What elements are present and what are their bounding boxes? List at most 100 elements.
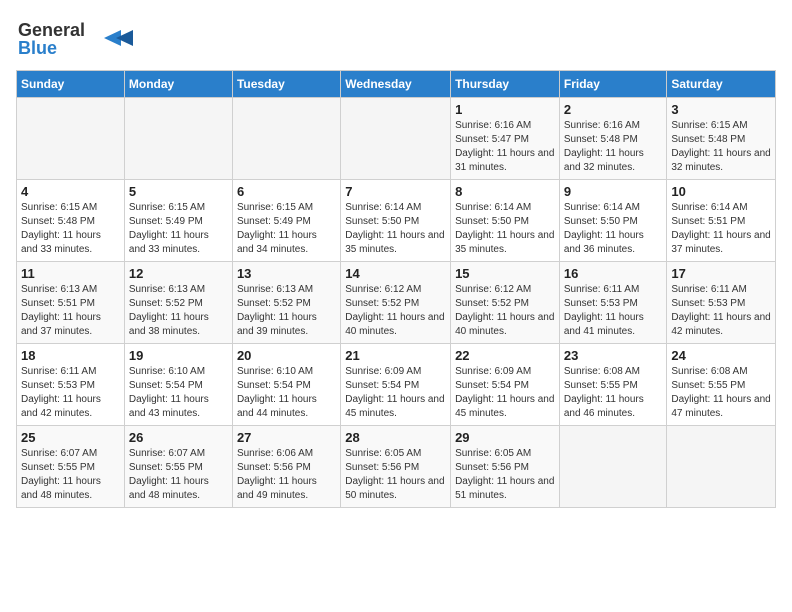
day-info: Sunrise: 6:13 AM Sunset: 5:52 PM Dayligh… [237, 283, 336, 339]
day-number: 8 [455, 184, 555, 199]
day-number: 11 [21, 266, 120, 281]
header-wednesday: Wednesday [341, 71, 451, 98]
day-info: Sunrise: 6:15 AM Sunset: 5:48 PM Dayligh… [671, 119, 771, 175]
week-row-1: 4 Sunrise: 6:15 AM Sunset: 5:48 PM Daylig… [17, 180, 776, 262]
calendar-header-row: SundayMondayTuesdayWednesdayThursdayFrid… [17, 71, 776, 98]
day-info: Sunrise: 6:12 AM Sunset: 5:52 PM Dayligh… [345, 283, 446, 339]
calendar-cell: 14 Sunrise: 6:12 AM Sunset: 5:52 PM Dayli… [341, 262, 451, 344]
calendar-cell: 21Sunrise: 6:09 AM Sunset: 5:54 PM Dayli… [341, 344, 451, 426]
calendar-cell: 23 Sunrise: 6:08 AM Sunset: 5:55 PM Dayli… [559, 344, 667, 426]
calendar-cell: 22 Sunrise: 6:09 AM Sunset: 5:54 PM Dayli… [451, 344, 560, 426]
day-number: 27 [237, 430, 336, 445]
calendar-cell [124, 98, 232, 180]
day-number: 18 [21, 348, 120, 363]
day-number: 24 [671, 348, 771, 363]
calendar-cell: 18 Sunrise: 6:11 AM Sunset: 5:53 PM Dayli… [17, 344, 125, 426]
calendar-cell: 5 Sunrise: 6:15 AM Sunset: 5:49 PM Daylig… [124, 180, 232, 262]
calendar-cell: 4 Sunrise: 6:15 AM Sunset: 5:48 PM Daylig… [17, 180, 125, 262]
day-info: Sunrise: 6:05 AM Sunset: 5:56 PM Dayligh… [345, 447, 446, 503]
day-info: Sunrise: 6:16 AM Sunset: 5:48 PM Dayligh… [564, 119, 663, 175]
day-number: 4 [21, 184, 120, 199]
day-number: 3 [671, 102, 771, 117]
header-friday: Friday [559, 71, 667, 98]
day-number: 20 [237, 348, 336, 363]
day-info: Sunrise: 6:07 AM Sunset: 5:55 PM Dayligh… [129, 447, 228, 503]
day-number: 2 [564, 102, 663, 117]
day-info: Sunrise: 6:10 AM Sunset: 5:54 PM Dayligh… [237, 365, 336, 421]
header-monday: Monday [124, 71, 232, 98]
calendar-cell: 28 Sunrise: 6:05 AM Sunset: 5:56 PM Dayli… [341, 426, 451, 508]
calendar-cell [17, 98, 125, 180]
day-number: 7 [345, 184, 446, 199]
calendar-cell: 20 Sunrise: 6:10 AM Sunset: 5:54 PM Dayli… [232, 344, 340, 426]
header-saturday: Saturday [667, 71, 776, 98]
day-number: 14 [345, 266, 446, 281]
logo: General Blue [16, 16, 136, 60]
day-info: Sunrise: 6:08 AM Sunset: 5:55 PM Dayligh… [671, 365, 771, 421]
week-row-3: 18 Sunrise: 6:11 AM Sunset: 5:53 PM Dayli… [17, 344, 776, 426]
day-number: 29 [455, 430, 555, 445]
day-info: Sunrise: 6:15 AM Sunset: 5:49 PM Dayligh… [237, 201, 336, 257]
calendar-cell: 26 Sunrise: 6:07 AM Sunset: 5:55 PM Dayli… [124, 426, 232, 508]
calendar-cell: 25 Sunrise: 6:07 AM Sunset: 5:55 PM Dayli… [17, 426, 125, 508]
day-number: 15 [455, 266, 555, 281]
week-row-0: 1 Sunrise: 6:16 AM Sunset: 5:47 PM Daylig… [17, 98, 776, 180]
day-info: Sunrise: 6:15 AM Sunset: 5:48 PM Dayligh… [21, 201, 120, 257]
day-info: Sunrise: 6:06 AM Sunset: 5:56 PM Dayligh… [237, 447, 336, 503]
day-number: 12 [129, 266, 228, 281]
day-number: 5 [129, 184, 228, 199]
header-tuesday: Tuesday [232, 71, 340, 98]
day-number: 28 [345, 430, 446, 445]
calendar-cell: 12 Sunrise: 6:13 AM Sunset: 5:52 PM Dayli… [124, 262, 232, 344]
svg-text:Blue: Blue [18, 38, 57, 58]
header-thursday: Thursday [451, 71, 560, 98]
day-info: Sunrise: 6:13 AM Sunset: 5:52 PM Dayligh… [129, 283, 228, 339]
calendar-cell: 29 Sunrise: 6:05 AM Sunset: 5:56 PM Dayli… [451, 426, 560, 508]
day-info: Sunrise: 6:16 AM Sunset: 5:47 PM Dayligh… [455, 119, 555, 175]
calendar-cell: 17 Sunrise: 6:11 AM Sunset: 5:53 PM Dayli… [667, 262, 776, 344]
day-number: 26 [129, 430, 228, 445]
day-number: 25 [21, 430, 120, 445]
day-number: 22 [455, 348, 555, 363]
day-info: Sunrise: 6:11 AM Sunset: 5:53 PM Dayligh… [21, 365, 120, 421]
header-sunday: Sunday [17, 71, 125, 98]
day-info: Sunrise: 6:14 AM Sunset: 5:50 PM Dayligh… [345, 201, 446, 257]
calendar-cell: 9Sunrise: 6:14 AM Sunset: 5:50 PM Daylig… [559, 180, 667, 262]
day-number: 10 [671, 184, 771, 199]
calendar-cell: 19Sunrise: 6:10 AM Sunset: 5:54 PM Dayli… [124, 344, 232, 426]
calendar-cell: 16Sunrise: 6:11 AM Sunset: 5:53 PM Dayli… [559, 262, 667, 344]
calendar-cell: 6 Sunrise: 6:15 AM Sunset: 5:49 PM Daylig… [232, 180, 340, 262]
day-info: Sunrise: 6:05 AM Sunset: 5:56 PM Dayligh… [455, 447, 555, 503]
calendar-cell: 15 Sunrise: 6:12 AM Sunset: 5:52 PM Dayli… [451, 262, 560, 344]
day-info: Sunrise: 6:15 AM Sunset: 5:49 PM Dayligh… [129, 201, 228, 257]
day-info: Sunrise: 6:14 AM Sunset: 5:50 PM Dayligh… [455, 201, 555, 257]
calendar-cell [232, 98, 340, 180]
day-number: 6 [237, 184, 336, 199]
calendar-cell [667, 426, 776, 508]
calendar-cell: 1 Sunrise: 6:16 AM Sunset: 5:47 PM Daylig… [451, 98, 560, 180]
day-number: 1 [455, 102, 555, 117]
day-info: Sunrise: 6:07 AM Sunset: 5:55 PM Dayligh… [21, 447, 120, 503]
day-number: 16 [564, 266, 663, 281]
day-number: 23 [564, 348, 663, 363]
calendar-cell: 7 Sunrise: 6:14 AM Sunset: 5:50 PM Daylig… [341, 180, 451, 262]
week-row-2: 11Sunrise: 6:13 AM Sunset: 5:51 PM Dayli… [17, 262, 776, 344]
week-row-4: 25 Sunrise: 6:07 AM Sunset: 5:55 PM Dayli… [17, 426, 776, 508]
day-number: 17 [671, 266, 771, 281]
calendar-table: SundayMondayTuesdayWednesdayThursdayFrid… [16, 70, 776, 508]
day-info: Sunrise: 6:12 AM Sunset: 5:52 PM Dayligh… [455, 283, 555, 339]
day-info: Sunrise: 6:14 AM Sunset: 5:50 PM Dayligh… [564, 201, 663, 257]
day-info: Sunrise: 6:09 AM Sunset: 5:54 PM Dayligh… [455, 365, 555, 421]
day-number: 19 [129, 348, 228, 363]
day-info: Sunrise: 6:11 AM Sunset: 5:53 PM Dayligh… [671, 283, 771, 339]
calendar-cell: 3 Sunrise: 6:15 AM Sunset: 5:48 PM Daylig… [667, 98, 776, 180]
calendar-cell: 13Sunrise: 6:13 AM Sunset: 5:52 PM Dayli… [232, 262, 340, 344]
calendar-cell: 2 Sunrise: 6:16 AM Sunset: 5:48 PM Daylig… [559, 98, 667, 180]
calendar-cell: 27 Sunrise: 6:06 AM Sunset: 5:56 PM Dayli… [232, 426, 340, 508]
calendar-body: 1 Sunrise: 6:16 AM Sunset: 5:47 PM Daylig… [17, 98, 776, 508]
calendar-cell [341, 98, 451, 180]
day-info: Sunrise: 6:08 AM Sunset: 5:55 PM Dayligh… [564, 365, 663, 421]
day-info: Sunrise: 6:09 AM Sunset: 5:54 PM Dayligh… [345, 365, 446, 421]
calendar-cell: 10Sunrise: 6:14 AM Sunset: 5:51 PM Dayli… [667, 180, 776, 262]
svg-text:General: General [18, 20, 85, 40]
